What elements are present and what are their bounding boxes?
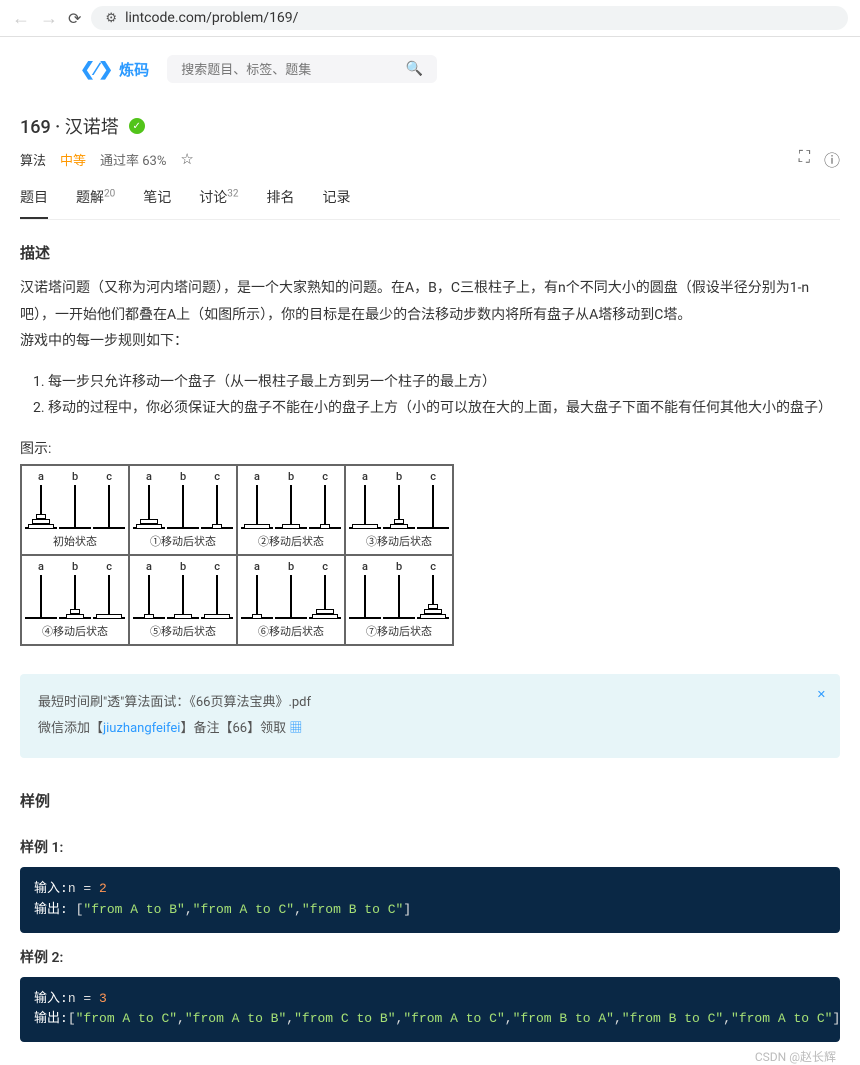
tab-记录[interactable]: 记录 (323, 187, 351, 219)
promo-box: ✕ 最短时间刷"透"算法面试：《66页算法宝典》.pdf 微信添加【jiuzha… (20, 674, 840, 758)
forward-button[interactable]: → (40, 8, 58, 29)
meta-row: 算法 中等 通过率 63% ☆ ⛶ ⓘ (20, 147, 840, 181)
promo-handle[interactable]: jiuzhangfeifei (103, 721, 180, 736)
examples-title: 样例 (20, 768, 840, 823)
code-block: 输入:n = 2 输出: ["from A to B","from A to C… (20, 867, 840, 933)
diagram-label: 图示: (20, 422, 840, 464)
tab-排名[interactable]: 排名 (267, 187, 295, 219)
tab-题目[interactable]: 题目 (20, 187, 48, 219)
problem-title: 169 · 汉诺塔 (20, 113, 119, 139)
diagram-cell: abc初始状态 (21, 465, 129, 555)
watermark: CSDN @赵长辉 (20, 1042, 840, 1065)
rule-item: 每一步只允许移动一个盘子（从一根柱子最上方到另一个柱子的最上方） (48, 369, 840, 396)
tab-笔记[interactable]: 笔记 (143, 187, 171, 219)
diagram-cell: abc⑦移动后状态 (345, 555, 453, 645)
search-container[interactable]: 🔍 (167, 55, 437, 83)
search-icon[interactable]: 🔍 (406, 61, 423, 77)
promo-line2: 微信添加【jiuzhangfeifei】备注【66】领取 ▦ (38, 716, 822, 742)
logo[interactable]: ❮∕❯ 炼码 (80, 59, 149, 80)
site-settings-icon[interactable]: ⚙ (105, 11, 117, 26)
description-body: 汉诺塔问题（又称为河内塔问题），是一个大家熟知的问题。在A，B，C三根柱子上，有… (20, 275, 840, 328)
pass-rate: 通过率 63% (100, 150, 166, 169)
app-header: ❮∕❯ 炼码 🔍 (0, 37, 860, 83)
rules-list: 每一步只允许移动一个盘子（从一根柱子最上方到另一个柱子的最上方） 移动的过程中，… (20, 355, 840, 422)
section-desc-title: 描述 (20, 220, 840, 275)
code-block: 输入:n = 3 输出:["from A to C","from A to B"… (20, 977, 840, 1043)
diagram-cell: abc⑥移动后状态 (237, 555, 345, 645)
qr-icon[interactable]: ▦ (289, 721, 302, 736)
verified-icon: ✓ (129, 118, 145, 134)
close-icon[interactable]: ✕ (817, 684, 826, 706)
reload-button[interactable]: ⟳ (68, 9, 81, 28)
rule-item: 移动的过程中，你必须保证大的盘子不能在小的盘子上方（小的可以放在大的上面，最大盘… (48, 395, 840, 422)
diagram-cell: abc⑤移动后状态 (129, 555, 237, 645)
rules-intro: 游戏中的每一步规则如下： (20, 328, 840, 355)
diagram-cell: abc②移动后状态 (237, 465, 345, 555)
info-icon[interactable]: ⓘ (824, 147, 840, 171)
url-bar[interactable]: ⚙ lintcode.com/problem/169/ (91, 6, 848, 30)
hanoi-diagram: abc初始状态abc①移动后状态abc②移动后状态abc③移动后状态 abc④移动… (20, 464, 454, 646)
diagram-cell: abc①移动后状态 (129, 465, 237, 555)
title-row: 169 · 汉诺塔 ✓ (20, 83, 840, 147)
search-input[interactable] (181, 62, 406, 77)
browser-bar: ← → ⟳ ⚙ lintcode.com/problem/169/ (0, 0, 860, 37)
difficulty: 中等 (60, 150, 86, 169)
tab-讨论[interactable]: 讨论32 (199, 187, 238, 219)
logo-icon: ❮∕❯ (80, 59, 113, 80)
back-button[interactable]: ← (12, 8, 30, 29)
diagram-cell: abc④移动后状态 (21, 555, 129, 645)
tabs: 题目题解20 笔记讨论32 排名记录 (20, 181, 840, 220)
expand-icon[interactable]: ⛶ (799, 147, 810, 171)
promo-line1: 最短时间刷"透"算法面试：《66页算法宝典》.pdf (38, 690, 822, 716)
example-label: 样例 2: (20, 933, 840, 977)
diagram-cell: abc③移动后状态 (345, 465, 453, 555)
url-text: lintcode.com/problem/169/ (125, 10, 298, 26)
category[interactable]: 算法 (20, 150, 46, 169)
star-icon[interactable]: ☆ (180, 150, 193, 168)
logo-text: 炼码 (119, 59, 149, 80)
example-label: 样例 1: (20, 823, 840, 867)
tab-题解[interactable]: 题解20 (76, 187, 115, 219)
